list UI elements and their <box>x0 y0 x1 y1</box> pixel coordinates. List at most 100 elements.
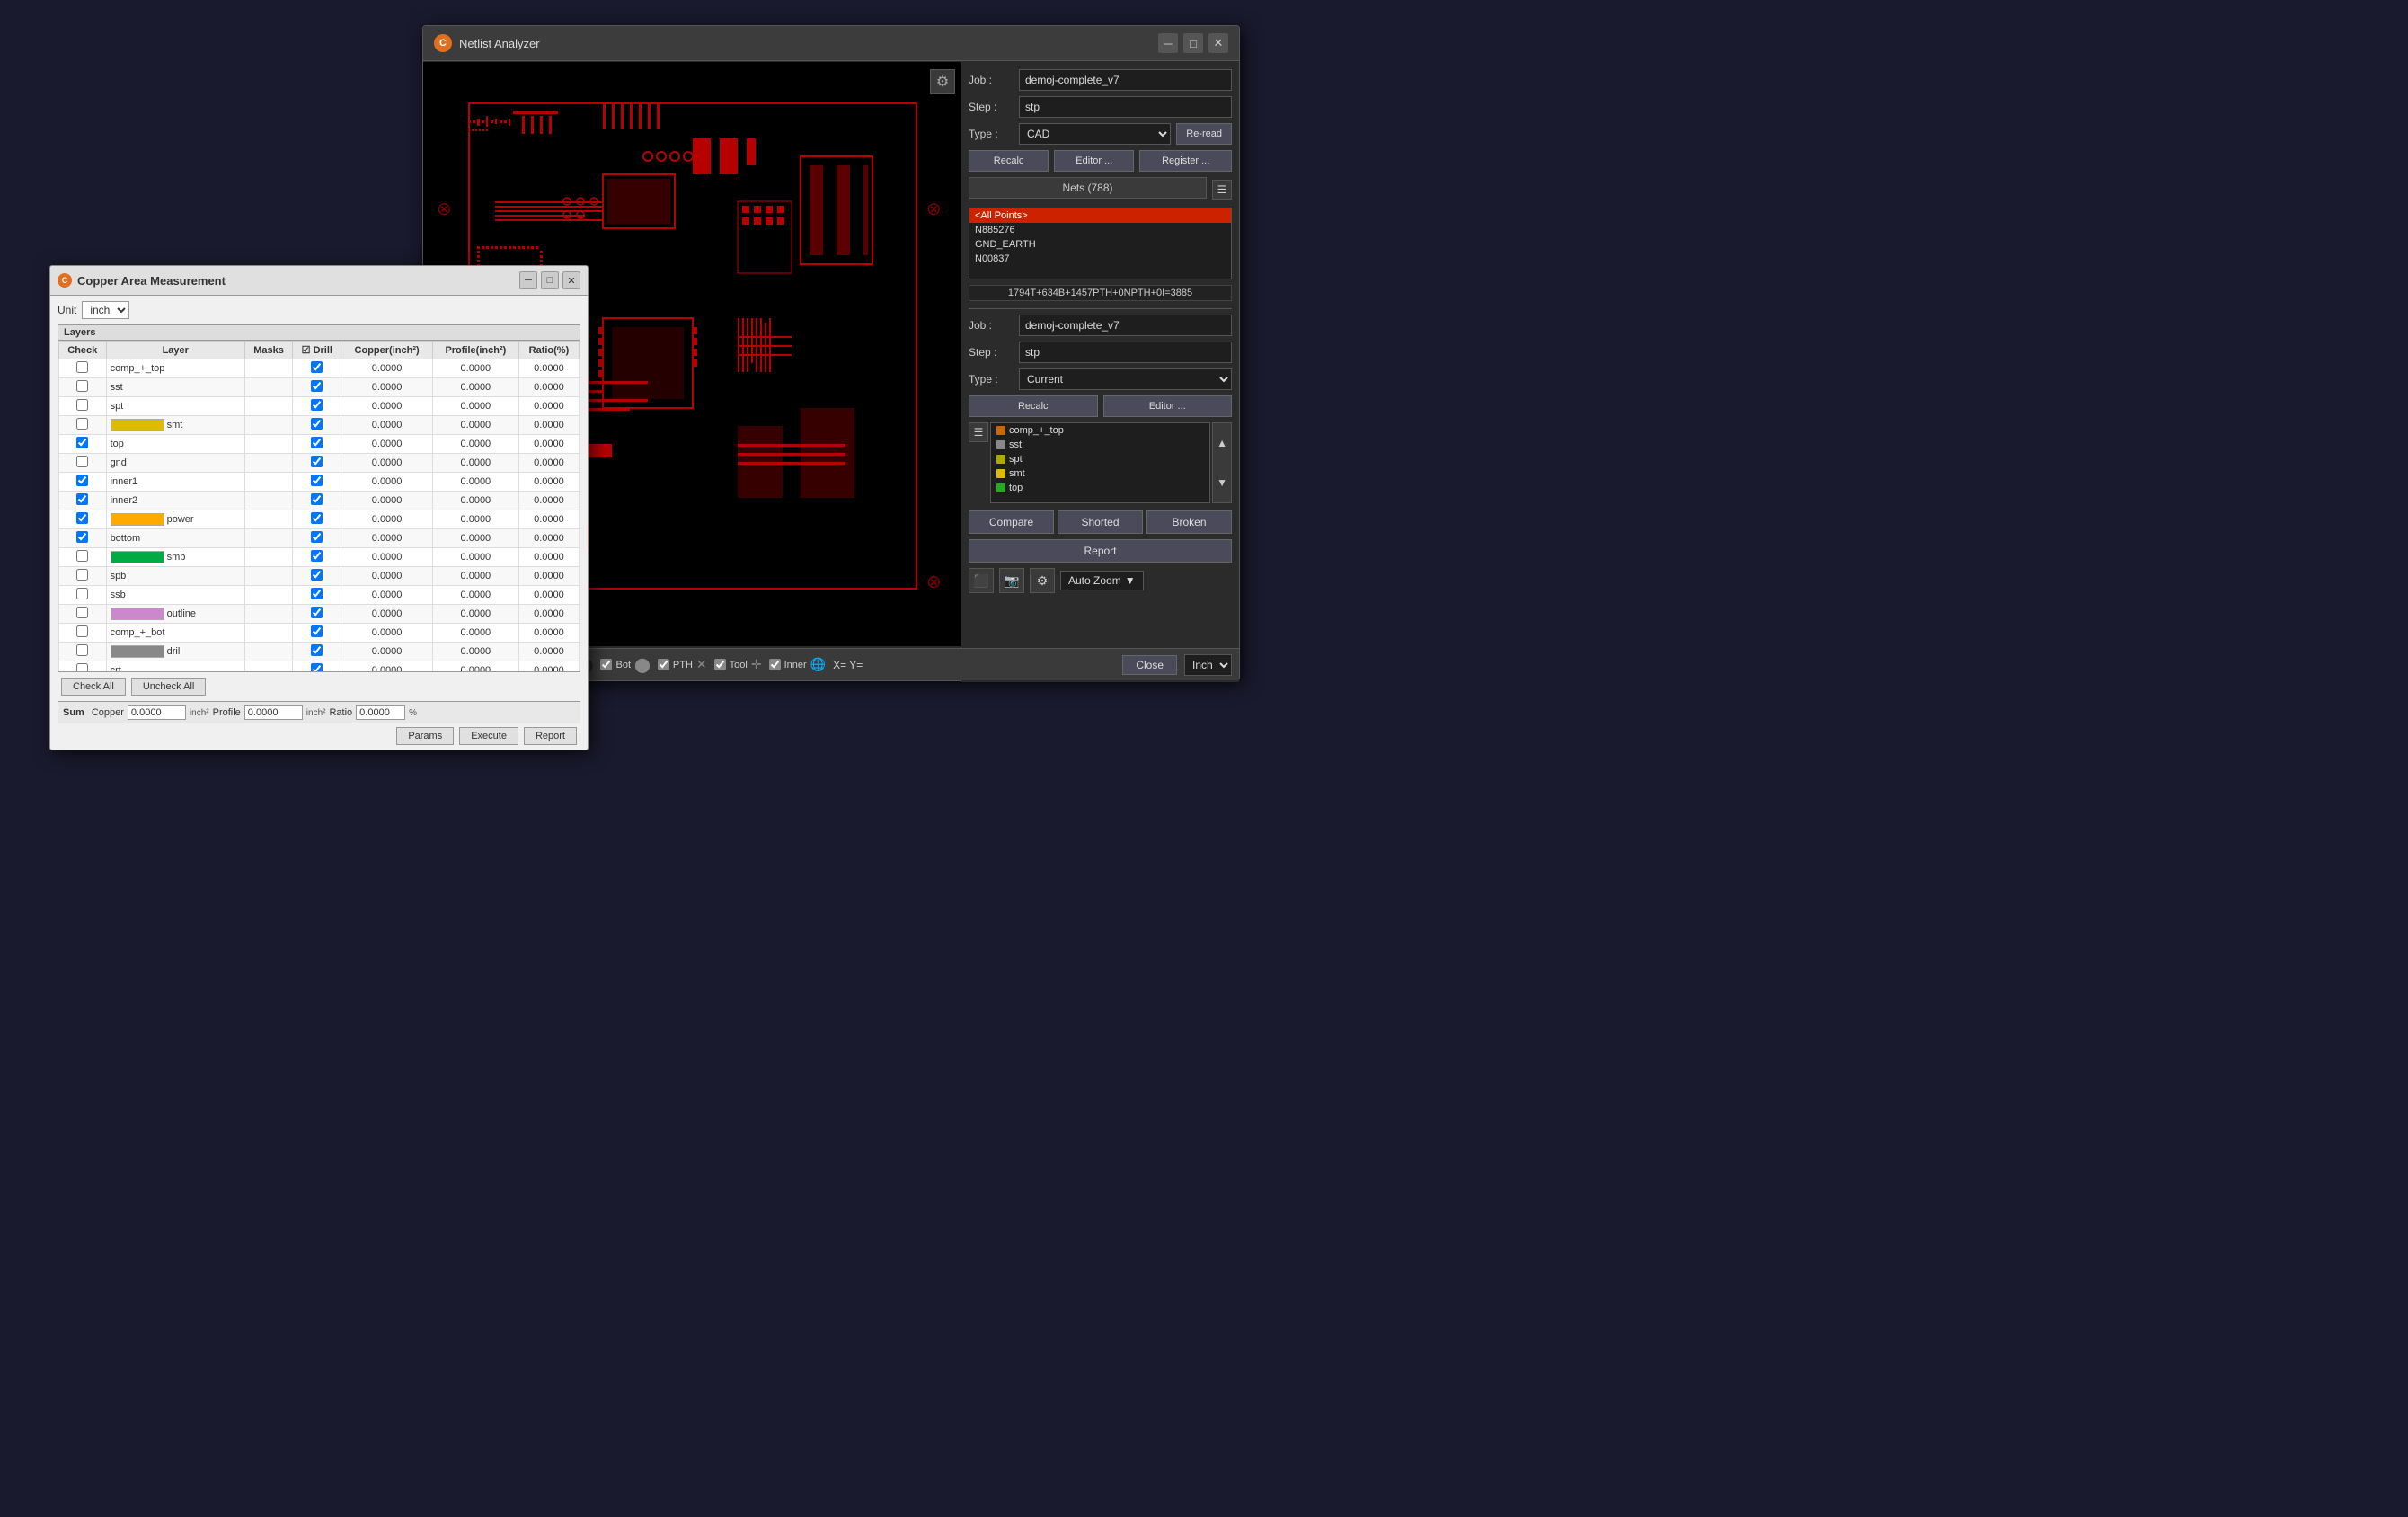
drill-checkbox-inner2[interactable] <box>311 493 323 505</box>
layer-checkbox-top[interactable] <box>76 437 88 448</box>
layer-scroll-up[interactable]: ▲ <box>1213 423 1231 463</box>
step-label-bottom: Step : <box>969 346 1014 359</box>
drill-checkbox-comp_+_top[interactable] <box>311 361 323 373</box>
layer-checkbox-drill[interactable] <box>76 644 88 656</box>
layer-checkbox-smt[interactable] <box>76 418 88 430</box>
job-input-bottom[interactable] <box>1019 315 1232 336</box>
drill-checkbox-spt[interactable] <box>311 399 323 411</box>
layer-checkbox-outline[interactable] <box>76 607 88 618</box>
nets-item-n00837[interactable]: N00837 <box>969 252 1231 266</box>
layer-filter-icon[interactable]: ☰ <box>969 422 988 442</box>
bot-checkbox[interactable] <box>600 659 612 670</box>
copper-unit-row: Unit inch mm <box>58 301 580 319</box>
copper-unit-select[interactable]: inch mm <box>82 301 129 319</box>
drill-checkbox-smb[interactable] <box>311 550 323 562</box>
layer-item-smt[interactable]: smt <box>991 466 1209 481</box>
layer-checkbox-inner2[interactable] <box>76 493 88 505</box>
nets-list[interactable]: <All Points> N885276 GND_EARTH N00837 <box>969 208 1232 279</box>
shorted-button[interactable]: Shorted <box>1058 510 1143 534</box>
drill-checkbox-outline[interactable] <box>311 607 323 618</box>
drill-checkbox-gnd[interactable] <box>311 456 323 467</box>
compare-button[interactable]: Compare <box>969 510 1054 534</box>
col-copper: Copper(inch²) <box>341 342 432 359</box>
table-row: comp_+_top0.00000.00000.0000 <box>59 359 580 378</box>
job-input-top[interactable] <box>1019 69 1232 91</box>
layer-checkbox-ssb[interactable] <box>76 588 88 599</box>
drill-checkbox-crt[interactable] <box>311 663 323 671</box>
execute-buttons-row: Params Execute Report <box>58 723 580 745</box>
check-all-button[interactable]: Check All <box>61 678 126 696</box>
report-button[interactable]: Report <box>969 539 1232 563</box>
layer-checkbox-comp_+_bot[interactable] <box>76 625 88 637</box>
broken-button[interactable]: Broken <box>1146 510 1232 534</box>
editor-button-top[interactable]: Editor ... <box>1054 150 1134 172</box>
close-toolbar-button[interactable]: Close <box>1122 655 1177 675</box>
reread-button[interactable]: Re-read <box>1176 123 1232 145</box>
close-button[interactable]: ✕ <box>1208 33 1228 53</box>
layer-checkbox-gnd[interactable] <box>76 456 88 467</box>
pcb-settings-icon[interactable]: ⚙ <box>930 69 955 94</box>
drill-checkbox-drill[interactable] <box>311 644 323 656</box>
type-dropdown-bottom[interactable]: Current CAD <box>1019 368 1232 390</box>
maximize-button[interactable]: □ <box>1183 33 1203 53</box>
layers-table-scroll[interactable]: Check Layer Masks ☑ Drill Copper(inch²) … <box>58 341 580 671</box>
layer-checkbox-inner1[interactable] <box>76 475 88 486</box>
unit-dropdown-toolbar[interactable]: Inch mm <box>1184 654 1232 676</box>
layer-scroll-down[interactable]: ▼ <box>1213 463 1231 502</box>
recalc-button-bottom[interactable]: Recalc <box>969 395 1098 417</box>
copper-maximize-btn[interactable]: □ <box>541 271 559 289</box>
copper-titlebar: C Copper Area Measurement ─ □ ✕ <box>50 266 588 296</box>
drill-checkbox-smt[interactable] <box>311 418 323 430</box>
editor-button-bottom[interactable]: Editor ... <box>1103 395 1233 417</box>
autozoom-dropdown[interactable]: Auto Zoom ▼ <box>1060 571 1144 590</box>
layer-checkbox-power[interactable] <box>76 512 88 524</box>
minimize-button[interactable]: ─ <box>1158 33 1178 53</box>
drill-checkbox-ssb[interactable] <box>311 588 323 599</box>
uncheck-all-button[interactable]: Uncheck All <box>131 678 206 696</box>
pth-checkbox[interactable] <box>658 659 669 670</box>
layer-checkbox-crt[interactable] <box>76 663 88 671</box>
nets-item-all-points[interactable]: <All Points> <box>969 208 1231 223</box>
layer-icon-1[interactable]: ⬛ <box>969 568 994 593</box>
drill-checkbox-power[interactable] <box>311 512 323 524</box>
step-input-bottom[interactable] <box>1019 342 1232 363</box>
layer-checkbox-bottom[interactable] <box>76 531 88 543</box>
tool-checkbox[interactable] <box>714 659 726 670</box>
execute-button[interactable]: Execute <box>459 727 518 745</box>
drill-checkbox-comp_+_bot[interactable] <box>311 625 323 637</box>
layer-item-comp-top[interactable]: comp_+_top <box>991 423 1209 438</box>
layer-item-top[interactable]: top <box>991 481 1209 495</box>
params-button[interactable]: Params <box>396 727 454 745</box>
step-label-top: Step : <box>969 101 1014 113</box>
recalc-button-top[interactable]: Recalc <box>969 150 1049 172</box>
register-button[interactable]: Register ... <box>1139 150 1232 172</box>
copper-minimize-btn[interactable]: ─ <box>519 271 537 289</box>
copper-sum-value[interactable] <box>128 705 186 720</box>
drill-checkbox-bottom[interactable] <box>311 531 323 543</box>
layer-icon-2[interactable]: 📷 <box>999 568 1024 593</box>
filter-icon[interactable]: ☰ <box>1212 180 1232 200</box>
profile-sum-value[interactable] <box>244 705 303 720</box>
inner-checkbox[interactable] <box>769 659 781 670</box>
settings-icon[interactable]: ⚙ <box>1030 568 1055 593</box>
layer-checkbox-spt[interactable] <box>76 399 88 411</box>
layer-item-spt[interactable]: spt <box>991 452 1209 466</box>
layer-checkbox-spb[interactable] <box>76 569 88 581</box>
drill-checkbox-sst[interactable] <box>311 380 323 392</box>
ratio-sum-value[interactable] <box>356 705 405 720</box>
drill-checkbox-spb[interactable] <box>311 569 323 581</box>
layer-list[interactable]: comp_+_top sst spt smt top <box>990 422 1210 503</box>
step-input-top[interactable] <box>1019 96 1232 118</box>
type-dropdown-top[interactable]: CAD Current <box>1019 123 1171 145</box>
nets-item-n885276[interactable]: N885276 <box>969 223 1231 237</box>
nets-item-gnd-earth[interactable]: GND_EARTH <box>969 237 1231 252</box>
copper-close-btn[interactable]: ✕ <box>562 271 580 289</box>
layer-checkbox-smb[interactable] <box>76 550 88 562</box>
col-layer: Layer <box>106 342 244 359</box>
drill-checkbox-top[interactable] <box>311 437 323 448</box>
drill-checkbox-inner1[interactable] <box>311 475 323 486</box>
layer-item-sst[interactable]: sst <box>991 438 1209 452</box>
report-button-copper[interactable]: Report <box>524 727 577 745</box>
layer-checkbox-comp_+_top[interactable] <box>76 361 88 373</box>
layer-checkbox-sst[interactable] <box>76 380 88 392</box>
